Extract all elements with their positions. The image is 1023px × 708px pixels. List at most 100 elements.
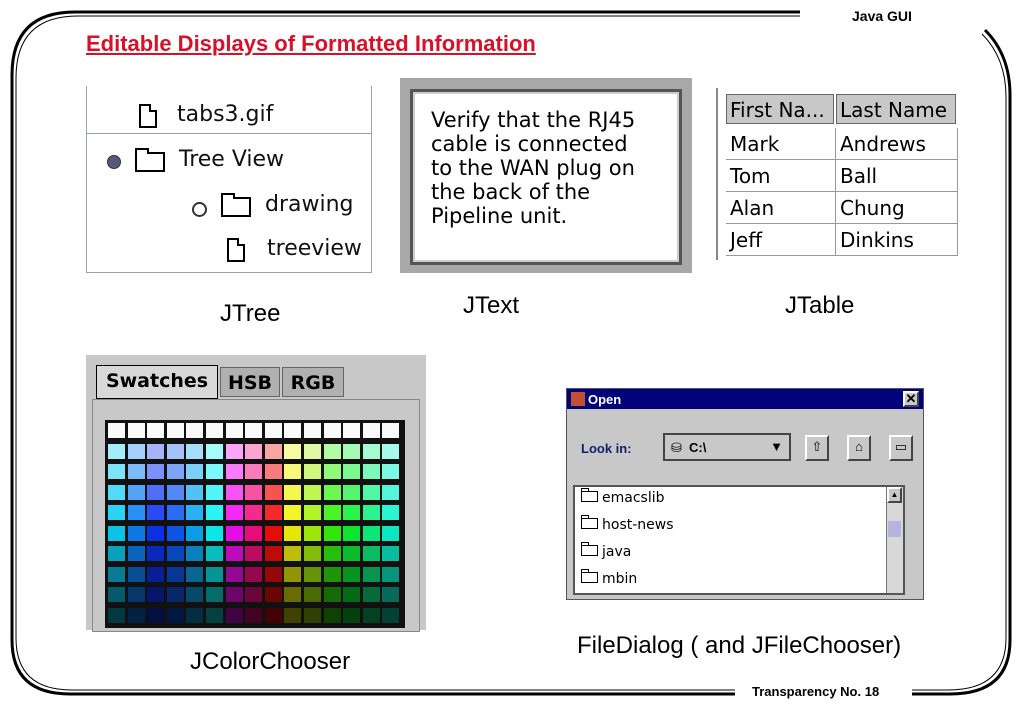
color-swatch[interactable] bbox=[108, 607, 125, 623]
color-swatch[interactable] bbox=[362, 484, 380, 500]
collapsed-handle-icon[interactable] bbox=[192, 202, 207, 217]
color-swatch[interactable] bbox=[382, 525, 400, 541]
color-swatch[interactable] bbox=[147, 587, 165, 602]
color-swatch[interactable] bbox=[108, 484, 125, 500]
color-swatch[interactable] bbox=[245, 566, 263, 582]
up-folder-button[interactable]: ⇧ bbox=[805, 435, 829, 461]
color-swatch[interactable] bbox=[245, 464, 263, 479]
color-swatch[interactable] bbox=[382, 423, 400, 438]
color-swatch[interactable] bbox=[323, 587, 341, 602]
color-swatch[interactable] bbox=[225, 525, 243, 541]
color-swatch[interactable] bbox=[343, 607, 361, 623]
tab-hsb[interactable]: HSB bbox=[220, 367, 280, 397]
color-swatch[interactable] bbox=[264, 484, 282, 500]
tree-node-tabs3[interactable]: tabs3.gif bbox=[177, 102, 273, 127]
list-item[interactable]: host-news bbox=[581, 515, 674, 533]
color-swatch[interactable] bbox=[343, 525, 361, 541]
color-swatch[interactable] bbox=[206, 525, 223, 541]
text-area[interactable]: Verify that the RJ45 cable is connected … bbox=[410, 89, 682, 265]
scroll-thumb[interactable] bbox=[888, 521, 901, 537]
color-swatch[interactable] bbox=[304, 464, 321, 479]
color-swatch[interactable] bbox=[245, 505, 263, 520]
color-swatch[interactable] bbox=[343, 546, 361, 561]
color-swatch[interactable] bbox=[166, 525, 184, 541]
table-cell[interactable]: Ball bbox=[836, 160, 958, 192]
color-swatch[interactable] bbox=[284, 525, 302, 541]
color-swatch[interactable] bbox=[382, 443, 400, 459]
color-swatch[interactable] bbox=[206, 505, 223, 520]
color-swatch[interactable] bbox=[147, 525, 165, 541]
color-swatch[interactable] bbox=[304, 525, 321, 541]
color-swatch[interactable] bbox=[147, 443, 165, 459]
tree-node-tree-view[interactable]: Tree View bbox=[179, 147, 284, 172]
color-swatch[interactable] bbox=[166, 464, 184, 479]
color-swatch[interactable] bbox=[206, 607, 223, 623]
color-swatch[interactable] bbox=[362, 505, 380, 520]
color-swatch[interactable] bbox=[343, 566, 361, 582]
color-swatch[interactable] bbox=[225, 484, 243, 500]
list-item[interactable]: mbin bbox=[581, 569, 637, 587]
color-swatch[interactable] bbox=[186, 464, 204, 479]
color-swatch[interactable] bbox=[284, 546, 302, 561]
color-swatch[interactable] bbox=[245, 546, 263, 561]
color-swatch[interactable] bbox=[382, 505, 400, 520]
color-swatch[interactable] bbox=[343, 423, 361, 438]
color-swatch[interactable] bbox=[264, 464, 282, 479]
color-swatch[interactable] bbox=[147, 607, 165, 623]
color-swatch[interactable] bbox=[323, 566, 341, 582]
color-swatch[interactable] bbox=[284, 423, 302, 438]
color-swatch[interactable] bbox=[186, 443, 204, 459]
color-swatch[interactable] bbox=[304, 546, 321, 561]
color-swatch[interactable] bbox=[284, 505, 302, 520]
color-swatch[interactable] bbox=[382, 484, 400, 500]
table-cell[interactable]: Dinkins bbox=[836, 224, 958, 256]
color-swatch[interactable] bbox=[304, 484, 321, 500]
color-swatch[interactable] bbox=[147, 505, 165, 520]
list-item[interactable]: java bbox=[581, 542, 631, 560]
color-swatch[interactable] bbox=[225, 505, 243, 520]
color-swatch[interactable] bbox=[206, 587, 223, 602]
color-swatch[interactable] bbox=[382, 566, 400, 582]
color-swatch[interactable] bbox=[127, 607, 145, 623]
color-swatch[interactable] bbox=[304, 505, 321, 520]
color-swatch[interactable] bbox=[186, 525, 204, 541]
color-swatch[interactable] bbox=[284, 464, 302, 479]
color-swatch[interactable] bbox=[323, 607, 341, 623]
color-swatch[interactable] bbox=[284, 566, 302, 582]
tab-swatches[interactable]: Swatches bbox=[96, 365, 218, 399]
color-swatch[interactable] bbox=[304, 423, 321, 438]
color-swatch[interactable] bbox=[362, 546, 380, 561]
color-swatch[interactable] bbox=[166, 443, 184, 459]
tab-rgb[interactable]: RGB bbox=[282, 367, 344, 397]
color-swatch[interactable] bbox=[186, 566, 204, 582]
color-swatch[interactable] bbox=[264, 443, 282, 459]
tree-node-treeview[interactable]: treeview bbox=[267, 236, 362, 261]
color-swatch[interactable] bbox=[225, 443, 243, 459]
color-swatch[interactable] bbox=[127, 464, 145, 479]
color-swatch[interactable] bbox=[127, 566, 145, 582]
color-swatch[interactable] bbox=[166, 607, 184, 623]
color-swatch[interactable] bbox=[304, 566, 321, 582]
color-swatch[interactable] bbox=[166, 587, 184, 602]
list-item[interactable]: emacslib bbox=[581, 488, 665, 506]
color-swatch[interactable] bbox=[264, 423, 282, 438]
color-swatch[interactable] bbox=[382, 546, 400, 561]
home-button[interactable]: ⌂ bbox=[847, 435, 871, 461]
color-swatch[interactable] bbox=[186, 546, 204, 561]
color-swatch[interactable] bbox=[108, 566, 125, 582]
color-swatch[interactable] bbox=[127, 546, 145, 561]
color-swatch[interactable] bbox=[108, 505, 125, 520]
color-swatch[interactable] bbox=[343, 505, 361, 520]
color-swatch[interactable] bbox=[108, 423, 125, 438]
table-cell[interactable]: Jeff bbox=[726, 224, 836, 256]
color-swatch[interactable] bbox=[127, 525, 145, 541]
color-swatch[interactable] bbox=[147, 464, 165, 479]
color-swatch[interactable] bbox=[108, 464, 125, 479]
color-swatch[interactable] bbox=[186, 484, 204, 500]
color-swatch[interactable] bbox=[166, 484, 184, 500]
color-swatch[interactable] bbox=[304, 443, 321, 459]
color-swatch[interactable] bbox=[225, 423, 243, 438]
color-swatch[interactable] bbox=[323, 505, 341, 520]
color-swatch[interactable] bbox=[382, 587, 400, 602]
color-swatch[interactable] bbox=[362, 587, 380, 602]
